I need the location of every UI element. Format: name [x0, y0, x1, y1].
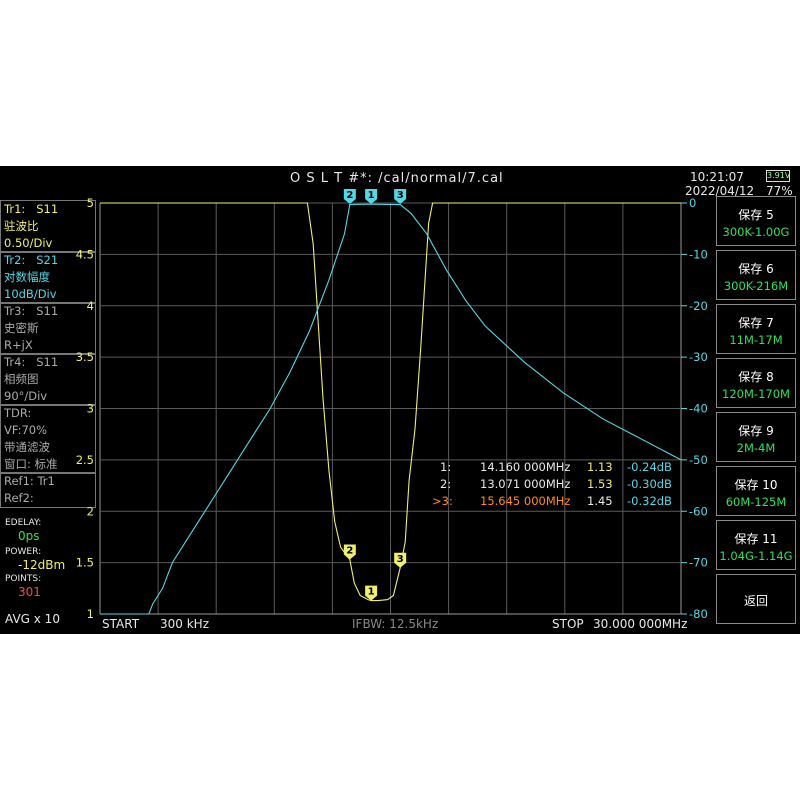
button-label: 返回: [743, 594, 768, 608]
marker-flag-label: 1: [368, 190, 375, 201]
marker-db: -0.24dB: [627, 460, 672, 474]
button-label: 保存 11: [734, 532, 778, 546]
swr-tick-label: 1.5: [76, 556, 94, 570]
db-tick-label: -50: [689, 453, 708, 467]
button-range: 11M-17M: [729, 333, 783, 347]
button-label: 保存 5: [738, 208, 774, 222]
db-tick-label: -30: [689, 350, 708, 364]
marker-freq: 13.071 000MHz: [480, 477, 571, 491]
db-tick-label: -60: [689, 504, 708, 518]
start-frequency[interactable]: 300 kHz: [160, 617, 209, 631]
marker-flag: 3: [394, 189, 407, 204]
save-slot-button[interactable]: 保存 11 1.04G-1.14G: [716, 520, 796, 570]
marker-flag-label: 3: [397, 190, 404, 201]
db-axis-labels: 0 -10 -20 -30 -40 -50 -60 -70 -80: [681, 196, 708, 621]
button-range: 300K-216M: [723, 279, 789, 293]
button-range: 120M-170M: [722, 387, 790, 401]
marker-id: 2:: [440, 477, 452, 491]
swr-tick-label: 4: [87, 299, 94, 313]
swr-tick-label: 1: [87, 607, 94, 621]
marker-flag: 3: [394, 552, 407, 568]
stop-label: STOP: [552, 617, 584, 631]
swr-tick-label: 2.5: [76, 453, 94, 467]
marker-flag-label: 3: [397, 554, 404, 565]
button-range: 2M-4M: [736, 441, 776, 455]
save-slot-button[interactable]: 保存 9 2M-4M: [716, 412, 796, 462]
button-label: 保存 8: [738, 370, 774, 384]
save-slot-button[interactable]: 保存 8 120M-170M: [716, 358, 796, 408]
plot-grid: [99, 202, 682, 615]
swr-axis-labels: 1 1.5 2 2.5 3 3.5 4 4.5 5: [76, 196, 94, 621]
marker-flags: 1 1 2 2 3 3: [343, 189, 407, 601]
db-tick-label: -70: [689, 556, 708, 570]
stop-frequency[interactable]: 30.000 000MHz: [593, 617, 687, 631]
save-slot-button[interactable]: 保存 5 300K-1.00G: [716, 196, 796, 246]
button-label: 保存 7: [738, 316, 774, 330]
start-label: START: [102, 617, 140, 631]
button-range: 300K-1.00G: [722, 225, 790, 239]
marker-flag-label: 1: [368, 587, 375, 598]
button-label: 保存 6: [738, 262, 774, 276]
button-label: 保存 9: [738, 424, 774, 438]
marker-db: -0.32dB: [627, 494, 672, 508]
marker-id: >3:: [432, 494, 453, 508]
save-slot-button[interactable]: 保存 6 300K-216M: [716, 250, 796, 300]
marker-swr: 1.13: [587, 460, 613, 474]
swr-tick-label: 5: [87, 196, 94, 210]
marker-freq: 15.645 000MHz: [480, 494, 571, 508]
marker-flag-label: 2: [346, 190, 353, 201]
button-label: 保存 10: [734, 478, 778, 492]
back-button[interactable]: 返回: [716, 574, 796, 624]
ifbw-label[interactable]: IFBW: 12.5kHz: [352, 617, 438, 631]
marker-swr: 1.45: [587, 494, 613, 508]
marker-freq: 14.160 000MHz: [480, 460, 571, 474]
marker-flag: 2: [343, 189, 356, 204]
db-tick-label: 0: [689, 196, 696, 210]
db-tick-label: -10: [689, 247, 708, 261]
marker-flag-label: 2: [346, 546, 353, 557]
button-range: 1.04G-1.14G: [719, 549, 793, 563]
marker-flag: 1: [365, 189, 378, 204]
marker-db: -0.30dB: [627, 477, 672, 491]
swr-tick-label: 2: [87, 504, 94, 518]
vna-screen: O S L T #*: /cal/normal/7.cal 10:21:07 2…: [0, 166, 800, 634]
save-slot-button[interactable]: 保存 10 60M-125M: [716, 466, 796, 516]
swr-tick-label: 3: [87, 402, 94, 416]
db-tick-label: -40: [689, 402, 708, 416]
swr-tick-label: 3.5: [76, 350, 94, 364]
swr-tick-label: 4.5: [76, 247, 94, 261]
db-tick-label: -80: [689, 607, 708, 621]
marker-flag: 1: [365, 585, 378, 601]
marker-swr: 1.53: [587, 477, 613, 491]
button-range: 60M-125M: [725, 495, 787, 509]
save-slot-button[interactable]: 保存 7 11M-17M: [716, 304, 796, 354]
db-tick-label: -20: [689, 299, 708, 313]
marker-id: 1:: [440, 460, 452, 474]
measurement-plot[interactable]: 1 1.5 2 2.5 3 3.5 4 4.5 5 0 -10 -20 -30 -40 -50 -60 -70…: [0, 166, 800, 634]
marker-flag: 2: [343, 544, 356, 560]
